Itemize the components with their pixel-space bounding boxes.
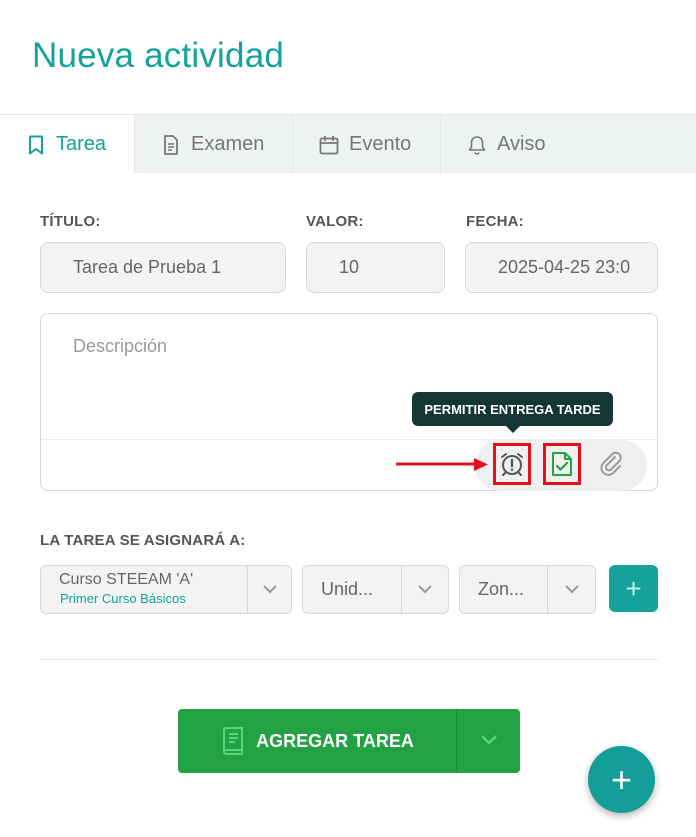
zona-select[interactable]: Zon... xyxy=(459,565,596,614)
tab-label: Tarea xyxy=(56,133,107,155)
add-task-button-group: AGREGAR TAREA xyxy=(178,709,520,773)
page-title: Nueva actividad xyxy=(32,36,285,75)
tab-tarea[interactable]: Tarea xyxy=(0,115,135,174)
tab-label: Aviso xyxy=(497,133,546,155)
titulo-label: TÍTULO: xyxy=(40,213,101,230)
curso-value: Curso STEEAM 'A' xyxy=(59,571,194,588)
add-task-label: AGREGAR TAREA xyxy=(256,730,414,751)
document-icon xyxy=(161,134,181,156)
assign-label: LA TAREA SE ASIGNARÁ A: xyxy=(40,532,246,549)
add-assignment-button[interactable]: + xyxy=(609,565,658,612)
descripcion-placeholder: Descripción xyxy=(73,336,168,356)
unidad-value: Unid... xyxy=(321,579,374,599)
titulo-field[interactable]: Tarea de Prueba 1 xyxy=(40,242,286,293)
tab-label: Evento xyxy=(349,133,412,155)
paperclip-icon[interactable] xyxy=(592,443,630,485)
curso-select[interactable]: Curso STEEAM 'A' Primer Curso Básicos xyxy=(40,565,292,614)
tab-evento[interactable]: Evento xyxy=(293,115,441,174)
add-task-dropdown[interactable] xyxy=(456,709,520,773)
file-check-icon[interactable] xyxy=(543,443,581,485)
annotation-arrow-icon xyxy=(396,458,488,471)
chevron-down-icon xyxy=(547,566,595,613)
chevron-down-icon xyxy=(247,566,291,613)
tab-label: Examen xyxy=(191,133,265,155)
activity-type-tabs: Tarea Examen Evento Aviso xyxy=(0,114,696,174)
chevron-down-icon xyxy=(480,732,498,750)
add-task-button[interactable]: AGREGAR TAREA xyxy=(178,709,456,773)
calendar-icon xyxy=(319,134,339,156)
alarm-late-icon[interactable] xyxy=(493,443,531,485)
curso-subtitle: Primer Curso Básicos xyxy=(60,591,186,606)
tab-examen[interactable]: Examen xyxy=(135,115,293,174)
bookmark-icon xyxy=(26,134,46,156)
book-icon xyxy=(220,727,246,755)
late-submission-tooltip: PERMITIR ENTREGA TARDE xyxy=(412,392,613,433)
chevron-down-icon xyxy=(401,566,448,613)
bell-icon xyxy=(467,134,487,156)
unidad-select[interactable]: Unid... xyxy=(302,565,449,614)
section-divider xyxy=(40,659,658,660)
valor-field[interactable]: 10 xyxy=(306,242,445,293)
tab-aviso[interactable]: Aviso xyxy=(441,115,696,174)
fecha-field[interactable]: 2025-04-25 23:0 xyxy=(465,242,658,293)
valor-label: VALOR: xyxy=(306,213,364,230)
fecha-label: FECHA: xyxy=(466,213,524,230)
fab-add-button[interactable]: + xyxy=(588,746,655,813)
zona-value: Zon... xyxy=(478,579,525,599)
